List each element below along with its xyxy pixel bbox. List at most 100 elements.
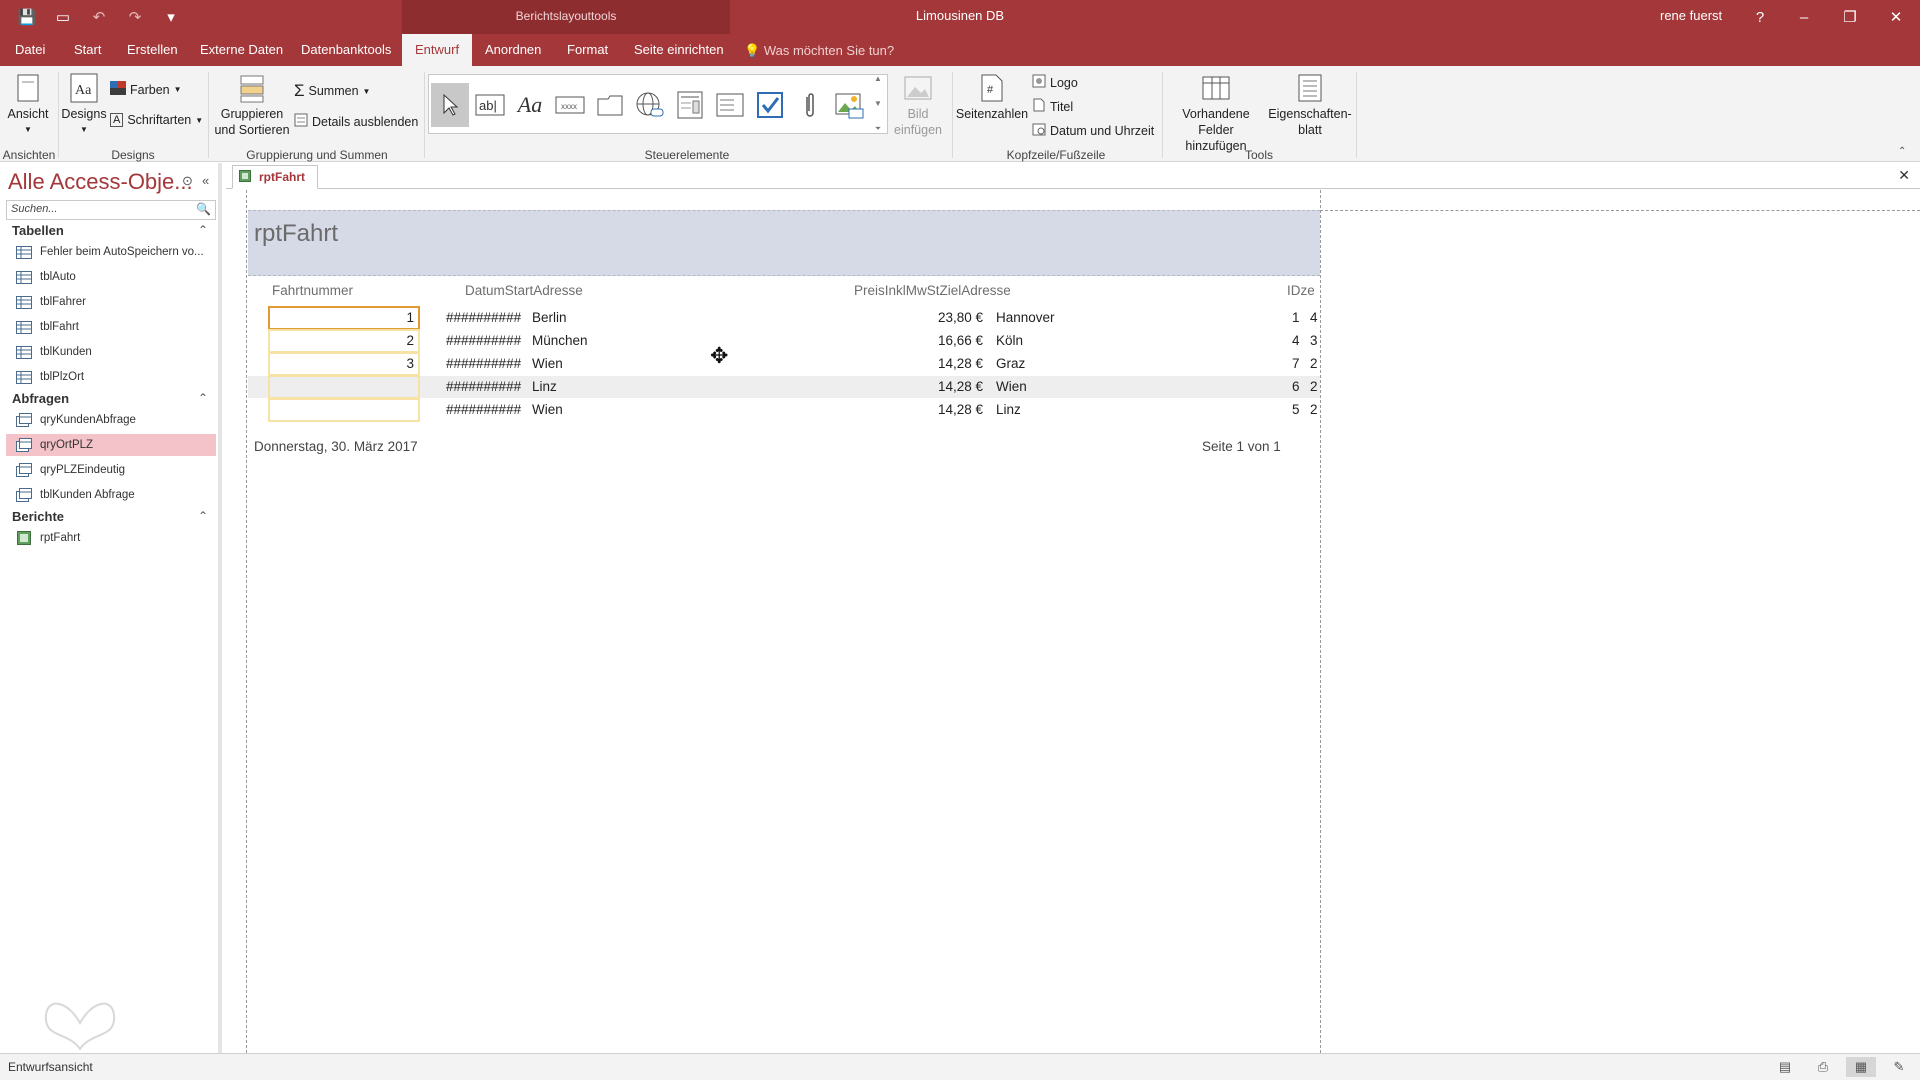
select-pointer-icon[interactable] — [431, 83, 469, 127]
collapse-section-icon[interactable]: ⌃ — [198, 223, 208, 237]
search-icon[interactable]: 🔍 — [196, 202, 211, 216]
fahrtnummer-field[interactable]: 2 — [268, 329, 420, 353]
footer-date[interactable]: Donnerstag, 30. März 2017 — [254, 439, 418, 454]
cell-id-b: 2 — [1310, 379, 1318, 394]
textbox-control-icon[interactable]: ab| — [471, 83, 509, 127]
tab-control-icon[interactable] — [591, 83, 629, 127]
redo-icon[interactable]: ↷ — [124, 6, 146, 28]
nav-item-query-selected[interactable]: qryOrtPLZ — [6, 434, 216, 456]
nav-item-query[interactable]: qryKundenAbfrage — [6, 409, 216, 431]
collapse-section-icon[interactable]: ⌃ — [198, 391, 208, 405]
nav-section-abfragen[interactable]: Abfragen ⌃ — [12, 391, 208, 406]
form-view-icon[interactable]: ▭ — [52, 6, 74, 28]
vorhandene-felder-button[interactable]: Vorhandene Felder hinzufügen — [1166, 72, 1266, 154]
tab-entwurf[interactable]: Entwurf — [402, 34, 473, 66]
tab-datenbanktools[interactable]: Datenbanktools — [301, 42, 391, 57]
nav-pane-header[interactable]: Alle Access-Obje... — [8, 169, 193, 195]
controls-gallery-scroll[interactable]: ▲ ▼ ⏷ — [870, 74, 886, 134]
gallery-more-icon[interactable]: ⏷ — [875, 124, 881, 134]
seitenzahlen-button[interactable]: # Seitenzahlen — [956, 72, 1028, 122]
colors-icon — [110, 81, 126, 98]
report-canvas[interactable]: rptFahrt Fahrtnummer DatumStartAdresse P… — [226, 190, 1920, 1053]
image-control-icon[interactable] — [831, 83, 869, 127]
tab-erstellen[interactable]: Erstellen — [127, 42, 178, 57]
restore-button[interactable]: ❐ — [1828, 2, 1872, 32]
navigation-control-icon[interactable] — [711, 83, 749, 127]
checkbox-control-icon[interactable] — [751, 83, 789, 127]
close-document-icon[interactable]: ✕ — [1898, 167, 1910, 184]
chevron-down-icon[interactable]: ▼ — [874, 99, 882, 108]
report-header-band[interactable]: rptFahrt — [248, 210, 1320, 276]
column-header-idze[interactable]: IDze — [1287, 283, 1315, 298]
svg-text:xxxx: xxxx — [561, 102, 577, 111]
nav-item-report[interactable]: rptFahrt — [6, 527, 216, 549]
nav-item-query[interactable]: qryPLZEindeutig — [6, 459, 216, 481]
print-preview-icon[interactable]: ⎙ — [1808, 1057, 1838, 1077]
button-control-icon[interactable]: xxxx — [551, 83, 589, 127]
nav-item-table[interactable]: tblPlzOrt — [6, 366, 216, 388]
nav-section-berichte[interactable]: Berichte ⌃ — [12, 509, 208, 524]
report-view-icon[interactable]: ▤ — [1770, 1057, 1800, 1077]
fahrtnummer-field-selected[interactable]: 1 — [268, 306, 420, 330]
collapse-ribbon-icon[interactable]: ⌃ — [1898, 146, 1906, 157]
footer-page-number[interactable]: Seite 1 von 1 — [1202, 439, 1281, 454]
tab-start[interactable]: Start — [74, 42, 101, 57]
summen-button[interactable]: Σ Summen ▼ — [294, 81, 370, 101]
customize-qat-icon[interactable]: ▾ — [160, 6, 182, 28]
fahrtnummer-field[interactable]: 3 — [268, 352, 420, 376]
nav-item-table[interactable]: tblKunden — [6, 341, 216, 363]
report-title[interactable]: rptFahrt — [254, 220, 338, 248]
help-button[interactable]: ? — [1738, 2, 1782, 32]
document-tab-rptfahrt[interactable]: rptFahrt — [232, 165, 318, 189]
nav-item-table[interactable]: tblAuto — [6, 266, 216, 288]
undo-icon[interactable]: ↶ — [88, 6, 110, 28]
datum-uhrzeit-button[interactable]: Datum und Uhrzeit — [1032, 122, 1154, 139]
table-icon — [16, 270, 32, 284]
page-number-icon: # — [977, 72, 1007, 104]
nav-item-table[interactable]: tblFahrt — [6, 316, 216, 338]
bild-einfuegen-button[interactable]: Bild einfügen — [892, 72, 944, 138]
nav-item-query[interactable]: tblKunden Abfrage — [6, 484, 216, 506]
column-header-datum-start[interactable]: DatumStartAdresse — [465, 283, 583, 298]
attachment-control-icon[interactable] — [791, 83, 829, 127]
close-button[interactable]: ✕ — [1874, 2, 1918, 32]
schriftarten-button[interactable]: A Schriftarten ▼ — [110, 113, 203, 127]
fahrtnummer-field[interactable] — [268, 375, 420, 399]
collapse-section-icon[interactable]: ⌃ — [198, 509, 208, 523]
nav-menu-icon[interactable]: ⊙ — [182, 173, 193, 189]
collapse-pane-icon[interactable]: « — [202, 173, 209, 188]
group-label-designs: Designs — [111, 148, 155, 162]
navigation-pane: Alle Access-Obje... ⊙ « Suchen... 🔍 Tabe… — [0, 163, 222, 1053]
nav-item-table[interactable]: Fehler beim AutoSpeichern vo... — [6, 241, 216, 263]
eigenschaftenblatt-button[interactable]: Eigenschaften- blatt — [1268, 72, 1352, 138]
tab-anordnen[interactable]: Anordnen — [485, 42, 541, 57]
layout-view-icon[interactable]: ▦ — [1846, 1057, 1876, 1077]
column-header-fahrtnummer[interactable]: Fahrtnummer — [272, 283, 353, 298]
chevron-up-icon[interactable]: ▲ — [874, 74, 882, 83]
tab-externe-daten[interactable]: Externe Daten — [200, 42, 283, 57]
ansicht-button[interactable]: Ansicht ▼ — [6, 72, 50, 138]
nav-section-tabellen[interactable]: Tabellen ⌃ — [12, 223, 208, 238]
fahrtnummer-field[interactable] — [268, 398, 420, 422]
designs-button[interactable]: Aa Designs ▼ — [61, 72, 107, 138]
tab-format[interactable]: Format — [567, 42, 608, 57]
nav-search-input[interactable]: Suchen... 🔍 — [6, 200, 216, 220]
tab-datei[interactable]: Datei — [15, 42, 45, 57]
logo-button[interactable]: Logo — [1032, 74, 1078, 91]
hyperlink-control-icon[interactable] — [631, 83, 669, 127]
details-ausblenden-button[interactable]: Details ausblenden — [294, 113, 418, 130]
web-browser-control-icon[interactable] — [671, 83, 709, 127]
nav-item-table[interactable]: tblFahrer — [6, 291, 216, 313]
farben-button[interactable]: Farben ▼ — [110, 81, 182, 98]
minimize-button[interactable]: – — [1782, 2, 1826, 32]
user-name[interactable]: rene fuerst — [1660, 8, 1722, 23]
label-control-icon[interactable]: Aa — [511, 83, 549, 127]
save-icon[interactable]: 💾 — [16, 6, 38, 28]
gruppieren-sortieren-button[interactable]: Gruppieren und Sortieren — [212, 72, 292, 138]
tell-me-box[interactable]: 💡 Was möchten Sie tun? — [744, 43, 894, 59]
page-boundary-right[interactable] — [1320, 190, 1321, 1053]
tab-seite-einrichten[interactable]: Seite einrichten — [634, 42, 724, 57]
column-header-preis-ziel[interactable]: PreisInklMwStZielAdresse — [854, 283, 1011, 298]
titel-button[interactable]: Titel — [1032, 98, 1073, 115]
design-view-icon[interactable]: ✎ — [1884, 1057, 1914, 1077]
